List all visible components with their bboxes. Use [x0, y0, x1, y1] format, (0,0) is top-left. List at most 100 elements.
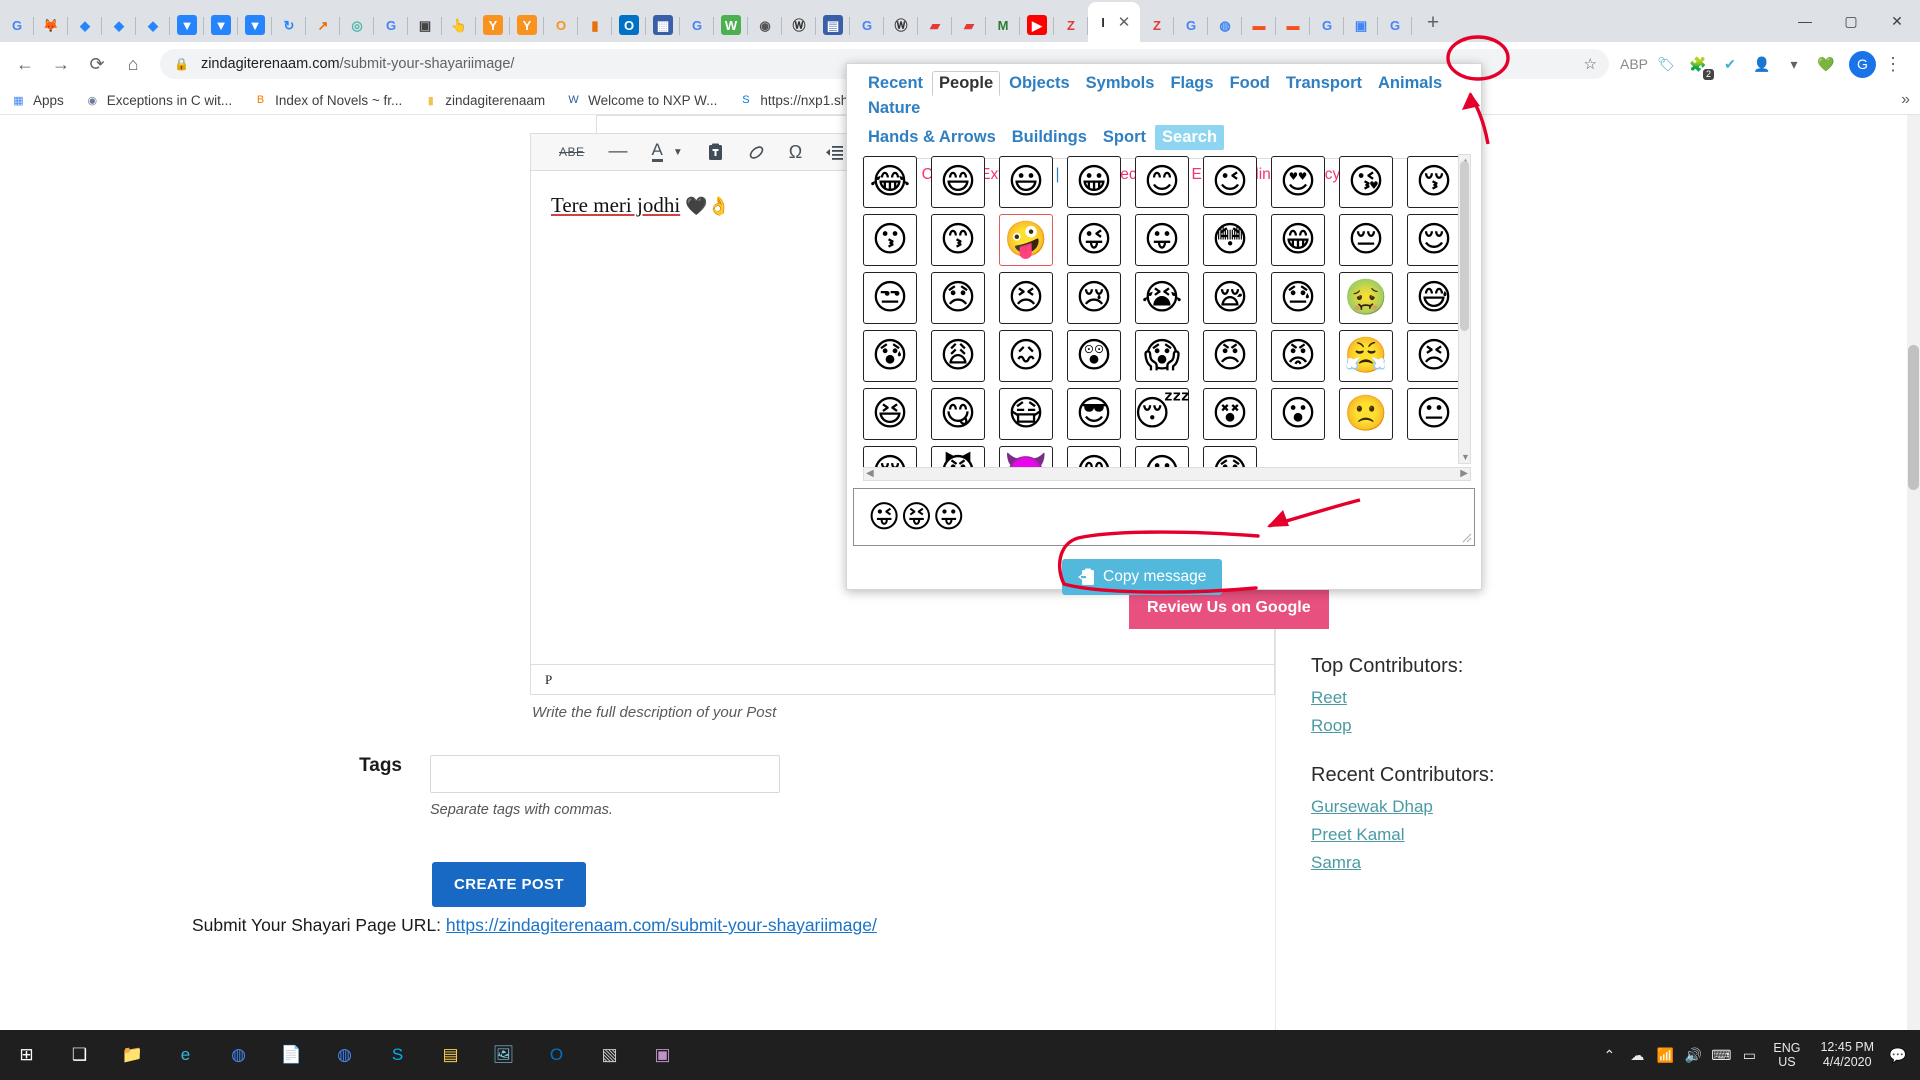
emoji-cell[interactable]: 😚: [1407, 156, 1461, 208]
browser-tab-23[interactable]: Ⓦ: [782, 8, 816, 42]
emoji-cell[interactable]: 😒: [863, 272, 917, 324]
browser-tab-27[interactable]: ▰: [918, 8, 952, 42]
browser-tab-7[interactable]: ▼: [238, 8, 272, 42]
emoji-category-sport[interactable]: Sport: [1096, 125, 1153, 150]
chrome-icon-2[interactable]: ◍: [212, 1030, 265, 1080]
top-contributor-link[interactable]: Roop: [1311, 716, 1711, 736]
emoji-category-animals[interactable]: Animals: [1371, 71, 1449, 96]
recent-contributor-link[interactable]: Gursewak Dhap: [1311, 797, 1711, 817]
tag-icon[interactable]: 🏷: [1651, 49, 1681, 79]
browser-tab-22[interactable]: ◉: [748, 8, 782, 42]
paste-icon[interactable]: [707, 143, 724, 161]
chrome-icon-active[interactable]: ◍: [318, 1030, 371, 1080]
browser-tab-19[interactable]: ▦: [646, 8, 680, 42]
browser-tab-29[interactable]: M: [986, 8, 1020, 42]
forward-button[interactable]: →: [44, 47, 78, 81]
emoji-cell[interactable]: 😵: [1203, 388, 1257, 440]
chevron-down-icon[interactable]: ▾: [1779, 49, 1809, 79]
emoji-cell[interactable]: 😩: [931, 330, 985, 382]
emoji-cell[interactable]: 😋: [931, 388, 985, 440]
check-icon[interactable]: ✔: [1715, 49, 1745, 79]
file-explorer-icon[interactable]: 📁: [106, 1030, 159, 1080]
scroll-right-arrow-icon[interactable]: ▶: [1460, 468, 1468, 479]
emoji-cell[interactable]: 😭: [1135, 272, 1189, 324]
bookmarks-overflow-icon[interactable]: »: [1901, 91, 1910, 109]
browser-tab-25[interactable]: G: [850, 8, 884, 42]
browser-tab-0[interactable]: G: [0, 8, 34, 42]
action-center-icon[interactable]: 💬: [1884, 1030, 1912, 1080]
emoji-cell[interactable]: 😮: [1271, 388, 1325, 440]
emoji-cell[interactable]: 😗: [863, 214, 917, 266]
edge-icon[interactable]: e: [159, 1030, 212, 1080]
browser-tab-9[interactable]: ↗: [306, 8, 340, 42]
home-button[interactable]: ⌂: [116, 47, 150, 81]
browser-tab-31[interactable]: Z: [1054, 8, 1088, 42]
maximize-button[interactable]: ▢: [1828, 0, 1874, 42]
recent-contributor-link[interactable]: Preet Kamal: [1311, 825, 1711, 845]
emoji-heart-icon[interactable]: 💚: [1811, 49, 1841, 79]
browser-tab-3[interactable]: ◆: [102, 8, 136, 42]
submit-page-url-link[interactable]: https://zindagiterenaam.com/submit-your-…: [446, 915, 877, 935]
browser-tab-38[interactable]: G: [1310, 8, 1344, 42]
browser-tab-1[interactable]: 🦊: [34, 8, 68, 42]
adblock-plus-icon[interactable]: ABP: [1619, 49, 1649, 79]
photos-icon[interactable]: 🖼: [477, 1030, 530, 1080]
emoji-cell[interactable]: 😖: [999, 330, 1053, 382]
skype-icon[interactable]: S: [371, 1030, 424, 1080]
emoji-cell[interactable]: 😰: [863, 330, 917, 382]
browser-tab-10[interactable]: ◎: [340, 8, 374, 42]
emoji-cell[interactable]: 😢: [1067, 272, 1121, 324]
emoji-category-transport[interactable]: Transport: [1279, 71, 1369, 96]
emoji-category-search[interactable]: Search: [1155, 125, 1225, 150]
bookmark-apps[interactable]: ▦ Apps: [10, 92, 63, 109]
new-tab-button[interactable]: +: [1418, 8, 1448, 38]
browser-tab-26[interactable]: Ⓦ: [884, 8, 918, 42]
close-window-button[interactable]: ✕: [1874, 0, 1920, 42]
reload-button[interactable]: ⟳: [80, 47, 114, 81]
emoji-cell[interactable]: 😁: [1271, 214, 1325, 266]
browser-tab-5[interactable]: ▼: [170, 8, 204, 42]
emoji-cell[interactable]: 😪: [1203, 272, 1257, 324]
page-scrollbar-thumb[interactable]: [1908, 345, 1919, 490]
browser-tab-14[interactable]: Y: [476, 8, 510, 42]
package-icon[interactable]: ▧: [583, 1030, 636, 1080]
emoji-cell[interactable]: 😷: [999, 388, 1053, 440]
emoji-grid-vertical-scrollbar[interactable]: ▲ ▼: [1458, 154, 1471, 464]
browser-tab-6[interactable]: ▼: [204, 8, 238, 42]
emoji-cell[interactable]: 😴: [1134, 388, 1190, 440]
emoji-cell[interactable]: 🤪: [999, 214, 1053, 266]
emoji-category-objects[interactable]: Objects: [1002, 71, 1077, 96]
notepad-icon[interactable]: 📄: [265, 1030, 318, 1080]
browser-tab-20[interactable]: G: [680, 8, 714, 42]
browser-tab-11[interactable]: G: [374, 8, 408, 42]
text-color-dropdown-icon[interactable]: ▼: [673, 147, 683, 158]
browser-tab-30[interactable]: ▶: [1020, 8, 1054, 42]
task-view-button[interactable]: ❑: [53, 1030, 106, 1080]
clear-format-icon[interactable]: [748, 144, 765, 161]
network-icon[interactable]: 📶: [1651, 1030, 1679, 1080]
minimize-button[interactable]: —: [1782, 0, 1828, 42]
bookmark-index-of-novels[interactable]: B Index of Novels ~ fr...: [252, 92, 402, 109]
browser-tab-40[interactable]: G: [1378, 8, 1412, 42]
emoji-category-people[interactable]: People: [932, 71, 1001, 96]
emoji-cell[interactable]: 😡: [1271, 330, 1325, 382]
emoji-cell[interactable]: 😅: [1407, 272, 1461, 324]
browser-tab-2[interactable]: ◆: [68, 8, 102, 42]
page-scrollbar[interactable]: [1907, 115, 1920, 1048]
scroll-left-arrow-icon[interactable]: ◀: [866, 468, 874, 479]
emoji-cell[interactable]: 😀: [1067, 156, 1121, 208]
emoji-cell[interactable]: 😣: [1407, 330, 1461, 382]
emoji-cell[interactable]: 😎: [1067, 388, 1121, 440]
browser-tab-33[interactable]: Z: [1140, 8, 1174, 42]
puzzle-icon[interactable]: 🧩 2: [1683, 49, 1714, 80]
emoji-cell[interactable]: 😞: [931, 272, 985, 324]
emoji-cell[interactable]: 😱: [1135, 330, 1189, 382]
recent-contributor-link[interactable]: Samra: [1311, 853, 1711, 873]
emoji-cell[interactable]: 😐: [1407, 388, 1461, 440]
browser-tab-32[interactable]: I ✕: [1088, 2, 1140, 42]
horizontal-rule-icon[interactable]: —: [609, 141, 628, 163]
emoji-cell[interactable]: 😙: [931, 214, 985, 266]
emoji-cell[interactable]: 😛: [1135, 214, 1189, 266]
emoji-category-flags[interactable]: Flags: [1163, 71, 1220, 96]
browser-tab-37[interactable]: ▬: [1276, 8, 1310, 42]
